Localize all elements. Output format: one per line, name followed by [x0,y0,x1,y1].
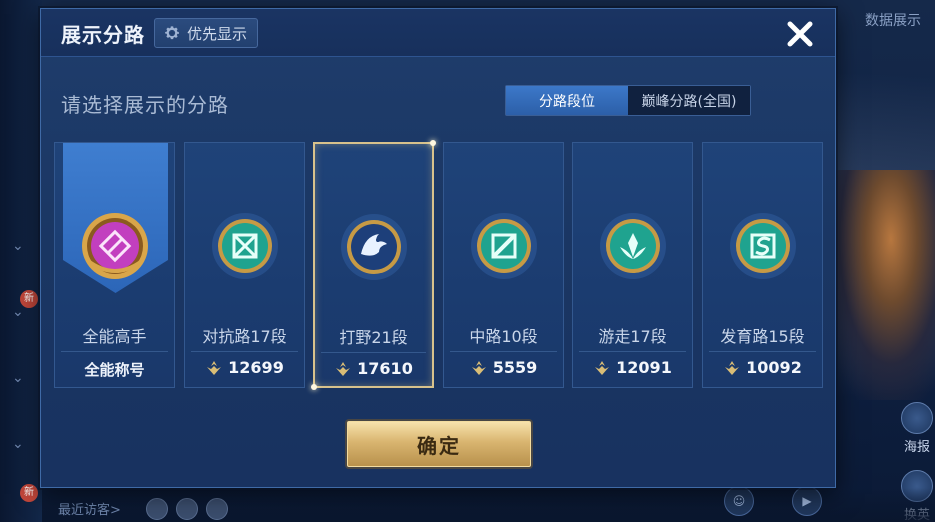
card-score: 17610 [315,359,432,378]
card-divider [579,351,686,352]
chevron-down-icon[interactable]: ⌄ [12,436,24,452]
card-score: 5559 [444,358,563,377]
card-title: 全能高手 [82,327,147,346]
card-score-value: 5559 [492,358,538,377]
card-score: 12699 [185,358,304,377]
selection-sparkle [311,384,317,390]
tab-peak-lane[interactable]: 巅峰分路(全国) [628,86,750,115]
chevron-down-icon[interactable]: ⌄ [12,304,24,320]
dialog-header: 展示分路 优先显示 [41,9,835,57]
card-divider [61,351,168,352]
lane-card-all-round[interactable]: 全能高手 全能称号 [54,142,175,388]
priority-display-label: 优先显示 [187,24,248,43]
lane-card-roam[interactable]: 游走17段 12091 [572,142,693,388]
chevron-down-icon[interactable]: ⌄ [12,370,24,386]
gear-icon [165,26,179,40]
play-icon[interactable]: ▶ [792,486,822,516]
card-score-value: 12091 [616,358,672,377]
priority-display-button[interactable]: 优先显示 [154,18,259,48]
person-icon[interactable]: ☺ [724,486,754,516]
card-score: 10092 [703,358,822,377]
card-divider [709,351,816,352]
card-subtitle: 全能称号 [84,361,145,379]
visitor-avatar[interactable] [176,498,198,520]
section-title: 请选择展示的分路 [61,93,229,117]
card-score-value: 12699 [228,358,284,377]
card-title: 对抗路17段 [202,327,287,346]
poster-icon [901,402,933,434]
all-round-emblem-icon [81,213,148,279]
card-title: 发育路15段 [720,327,805,346]
card-divider [450,351,557,352]
roam-emblem-icon [599,213,666,279]
poster-label: 海报 [903,440,930,455]
card-divider [321,352,426,353]
close-button[interactable] [783,17,817,51]
rank-points-icon [471,360,486,375]
rank-points-icon [595,360,610,375]
hero-portrait [825,170,935,400]
rank-points-icon [725,360,740,375]
lane-display-dialog: 展示分路 优先显示 请选择展示的分路 分路段位 巅峰分路(全国) 全能高手 全能… [40,8,836,488]
rank-points-icon [336,361,351,376]
card-divider [191,351,298,352]
lane-card-jungle[interactable]: 打野21段 17610 [311,140,436,390]
card-title: 中路10段 [469,327,538,346]
lane-card-clash[interactable]: 对抗路17段 12699 [184,142,305,388]
lane-cards: 全能高手 全能称号 对抗路17段 12699 打野21段 17610 中路10段… [54,140,824,390]
background-title: 数据展示 [865,13,921,29]
clash-lane-emblem-icon [211,213,278,279]
jungle-dragon-emblem-icon [340,214,407,280]
poster-button[interactable]: 海报 [899,402,935,455]
card-score-value: 10092 [746,358,802,377]
visitor-avatar[interactable] [146,498,168,520]
lane-tabs: 分路段位 巅峰分路(全国) [505,85,751,116]
selection-sparkle [430,140,436,146]
recent-visitors-link[interactable]: 最近访客> [58,499,121,518]
confirm-button[interactable]: 确定 [347,421,531,467]
card-score-value: 17610 [357,359,413,378]
new-badge: 新 [20,484,38,502]
close-icon [787,21,813,47]
card-title: 打野21段 [339,328,408,347]
mid-lane-emblem-icon [470,213,537,279]
lane-card-mid[interactable]: 中路10段 5559 [443,142,564,388]
dialog-title: 展示分路 [61,23,145,47]
card-score: 12091 [573,358,692,377]
card-title: 游走17段 [598,327,667,346]
farm-lane-emblem-icon [729,213,796,279]
chevron-down-icon[interactable]: ⌄ [12,238,24,254]
tab-lane-rank[interactable]: 分路段位 [506,86,628,115]
visitor-avatar[interactable] [206,498,228,520]
lane-card-farm[interactable]: 发育路15段 10092 [702,142,823,388]
rank-points-icon [207,360,222,375]
